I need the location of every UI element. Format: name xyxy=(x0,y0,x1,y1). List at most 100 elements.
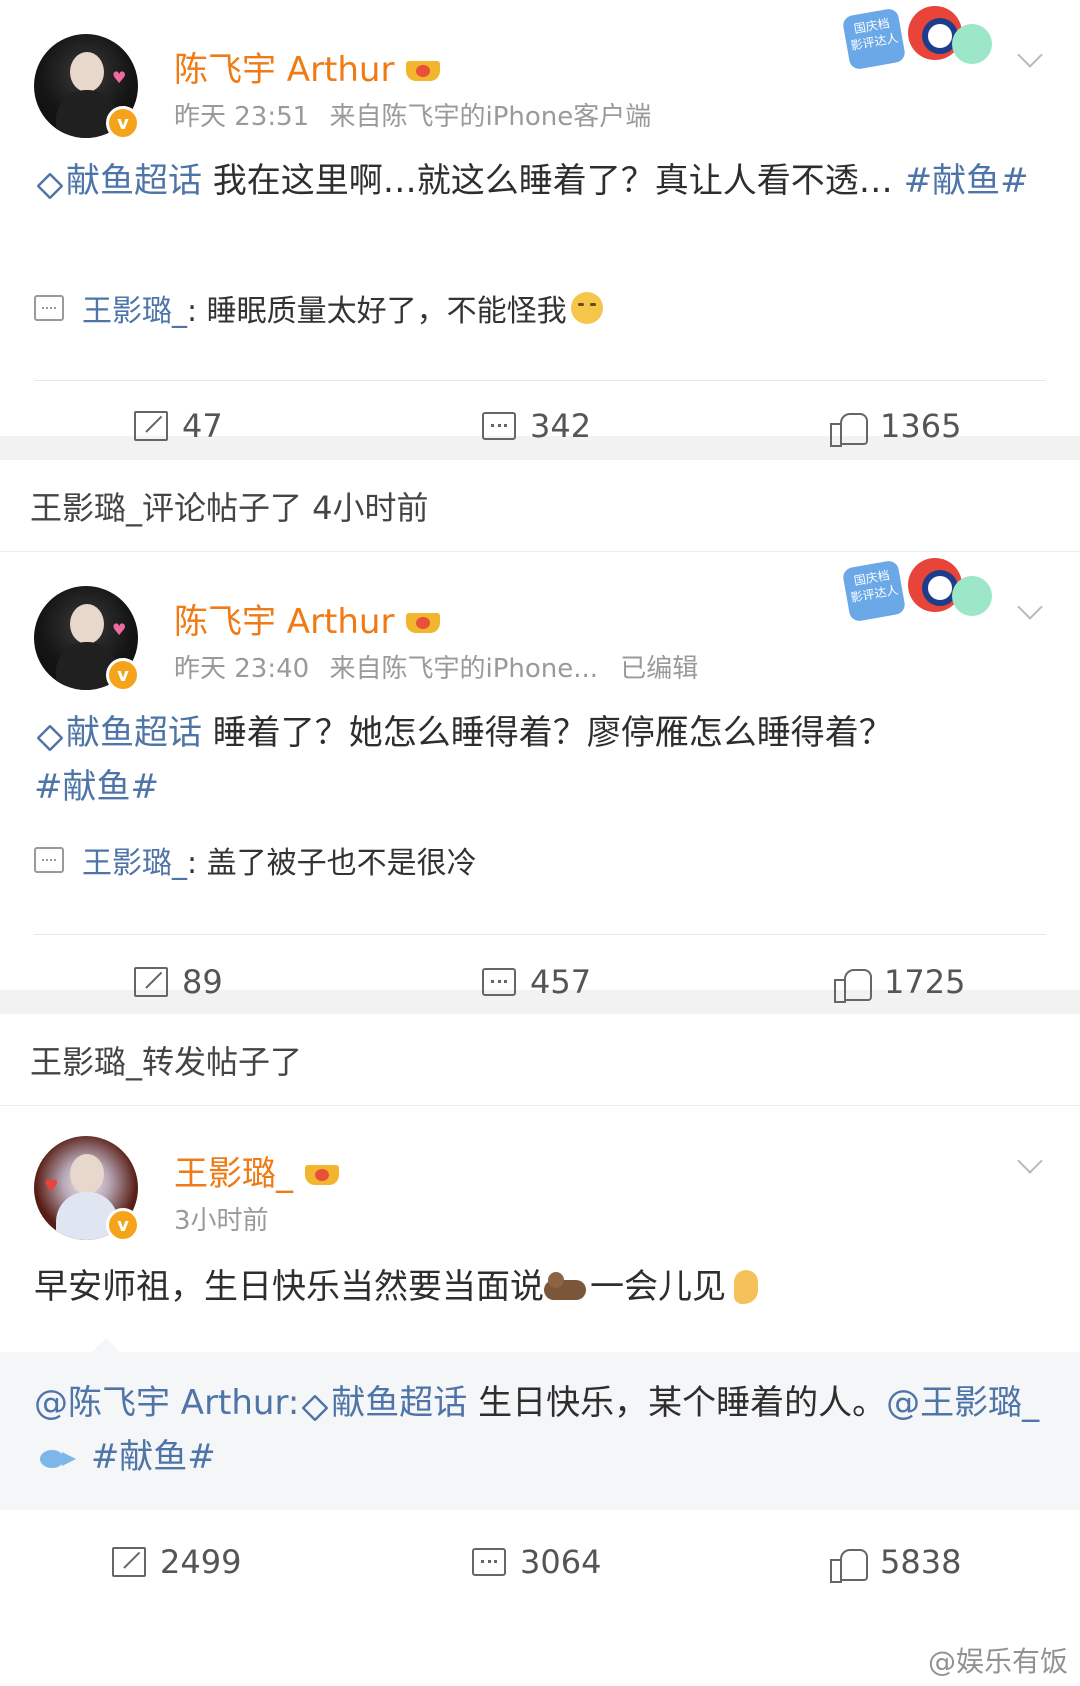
post-card-3: ♥ v 王影璐_ 3小时前 早安师祖，生日快乐当然要当面说 一会儿见 @陈飞宇 A… xyxy=(0,1106,1080,1686)
post-meta: 昨天 23:51 来自陈飞宇的iPhone客户端 xyxy=(174,96,651,133)
repost-count: 2499 xyxy=(160,1543,242,1581)
reposted-body: 生日快乐，某个睡着的人。 xyxy=(467,1383,887,1423)
edited-label: 已编辑 xyxy=(620,654,699,684)
comment-text: : 睡眠质量太好了，不能怪我 xyxy=(187,294,567,329)
comment-text: : 盖了被子也不是很冷 xyxy=(187,846,477,881)
movie-critic-badge[interactable]: 国庆档 影评达人 xyxy=(841,558,994,628)
post-body-end: 一会儿见 xyxy=(590,1267,726,1307)
gem-icon xyxy=(34,724,62,746)
username-text[interactable]: 王影璐_ xyxy=(174,1146,293,1195)
comment-button[interactable]: 457 xyxy=(482,942,591,1022)
post-card-2: ♥ v 陈飞宇 Arthur 昨天 23:40 来自陈飞宇的iPhone... … xyxy=(0,552,1080,1003)
username[interactable]: 王影璐_ xyxy=(174,1146,343,1195)
featured-comment[interactable]: 王影璐_ : 盖了被子也不是很冷 xyxy=(34,838,1046,882)
chevron-down-icon[interactable] xyxy=(1016,1148,1046,1178)
repost-button[interactable]: 2499 xyxy=(112,1522,241,1602)
post-time: 昨天 23:51 xyxy=(174,102,310,132)
post-body: 睡着了？她怎么睡得着？廖停雁怎么睡得着？ xyxy=(202,713,893,753)
like-count: 1725 xyxy=(884,963,966,1001)
crown-icon xyxy=(402,51,444,83)
post-card-1: ♥ v 陈飞宇 Arthur 昨天 23:51 来自陈飞宇的iPhone客户端 … xyxy=(0,0,1080,447)
post-time: 昨天 23:40 xyxy=(174,654,310,684)
like-button[interactable]: 1365 xyxy=(830,386,961,466)
comment-button[interactable]: 342 xyxy=(482,386,591,466)
super-topic-link[interactable]: 献鱼超话 xyxy=(299,1383,467,1423)
comment-count: 3064 xyxy=(520,1543,602,1581)
comment-icon xyxy=(482,968,516,996)
movie-critic-badge[interactable]: 国庆档 影评达人 xyxy=(841,6,994,76)
chevron-down-icon[interactable] xyxy=(1016,594,1046,624)
repost-button[interactable]: 47 xyxy=(134,386,223,466)
like-button[interactable]: 5838 xyxy=(830,1522,961,1602)
like-button[interactable]: 1725 xyxy=(834,942,965,1022)
comment-user[interactable]: 王影璐_ xyxy=(82,286,187,330)
ear-emoji-icon xyxy=(734,1270,758,1304)
post-source: 来自陈飞宇的iPhone客户端 xyxy=(329,102,652,132)
repost-count: 89 xyxy=(182,963,223,1001)
reposted-user[interactable]: @陈飞宇 Arthur: xyxy=(34,1383,299,1423)
post-meta: 昨天 23:40 来自陈飞宇的iPhone... 已编辑 xyxy=(174,648,698,685)
reposted-text: @陈飞宇 Arthur: 献鱼超话 生日快乐，某个睡着的人。@王影璐_ #献鱼# xyxy=(34,1376,1046,1484)
heart-icon: ♥ xyxy=(44,1176,59,1195)
crown-icon xyxy=(402,603,444,635)
super-topic-link[interactable]: 献鱼超话 xyxy=(34,713,202,753)
heart-icon: ♥ xyxy=(112,68,127,87)
repost-icon xyxy=(112,1547,146,1577)
post-text: 献鱼超话 睡着了？她怎么睡得着？廖停雁怎么睡得着？ #献鱼# xyxy=(34,706,1046,814)
username[interactable]: 陈飞宇 Arthur xyxy=(174,594,444,643)
username-text[interactable]: 陈飞宇 Arthur xyxy=(174,594,394,643)
post-body: 我在这里啊…就这么睡着了？真让人看不透… xyxy=(202,161,904,201)
fish-emoji-icon xyxy=(40,1446,80,1472)
featured-comment[interactable]: 王影璐_ : 睡眠质量太好了，不能怪我 xyxy=(34,286,1046,330)
action-bar: 2499 3064 5838 xyxy=(0,1522,1080,1602)
badge-label: 国庆档 影评达人 xyxy=(841,7,907,71)
watermark: @娱乐有饭 xyxy=(927,1645,1068,1678)
like-icon xyxy=(830,1545,868,1583)
verified-icon: v xyxy=(106,658,140,692)
repost-icon xyxy=(134,411,168,441)
post-source: 来自陈飞宇的iPhone... xyxy=(329,654,599,684)
comment-icon xyxy=(472,1548,506,1576)
comment-icon xyxy=(34,847,64,873)
comment-icon xyxy=(482,412,516,440)
comment-user[interactable]: 王影璐_ xyxy=(82,838,187,882)
chevron-down-icon[interactable] xyxy=(1016,42,1046,72)
like-count: 1365 xyxy=(880,407,962,445)
mention-link[interactable]: @王影璐_ xyxy=(886,1383,1039,1423)
gem-icon xyxy=(34,172,62,194)
avatar[interactable]: ♥ v xyxy=(34,586,140,692)
comment-button[interactable]: 3064 xyxy=(472,1522,601,1602)
verified-icon: v xyxy=(106,106,140,140)
hashtag-link[interactable]: #献鱼# xyxy=(34,767,159,807)
super-topic-link[interactable]: 献鱼超话 xyxy=(34,161,202,201)
crown-icon xyxy=(301,1155,343,1187)
hashtag-link[interactable]: #献鱼# xyxy=(91,1437,216,1477)
username[interactable]: 陈飞宇 Arthur xyxy=(174,42,444,91)
hashtag-link[interactable]: #献鱼# xyxy=(904,161,1029,201)
gem-icon xyxy=(299,1394,327,1416)
repost-icon xyxy=(134,967,168,997)
post-meta: 3小时前 xyxy=(174,1200,269,1237)
repost-button[interactable]: 89 xyxy=(134,942,223,1022)
post-text: 早安师祖，生日快乐当然要当面说 一会儿见 xyxy=(34,1260,1046,1314)
post-text: 献鱼超话 我在这里啊…就这么睡着了？真让人看不透… #献鱼# xyxy=(34,154,1046,208)
avatar[interactable]: ♥ v xyxy=(34,34,140,140)
username-text[interactable]: 陈飞宇 Arthur xyxy=(174,42,394,91)
post-body: 早安师祖，生日快乐当然要当面说 xyxy=(34,1267,544,1307)
comment-count: 342 xyxy=(530,407,592,445)
like-icon xyxy=(830,409,868,447)
like-icon xyxy=(834,965,872,1003)
sleepy-emoji-icon xyxy=(570,292,603,324)
action-bar: 89 457 1725 xyxy=(0,942,1080,1022)
divider xyxy=(34,380,1046,381)
verified-icon: v xyxy=(106,1208,140,1242)
post-time: 3小时前 xyxy=(174,1206,269,1236)
badge-label: 国庆档 影评达人 xyxy=(841,559,907,623)
action-bar: 47 342 1365 xyxy=(0,386,1080,466)
avatar[interactable]: ♥ v xyxy=(34,1136,140,1242)
activity-label: 王影璐_转发帖子了 xyxy=(0,1014,1080,1106)
divider xyxy=(34,934,1046,935)
activity-label: 王影璐_评论帖子了 4小时前 xyxy=(0,460,1080,552)
comment-count: 457 xyxy=(530,963,592,1001)
reposted-content[interactable]: @陈飞宇 Arthur: 献鱼超话 生日快乐，某个睡着的人。@王影璐_ #献鱼# xyxy=(0,1338,1080,1510)
